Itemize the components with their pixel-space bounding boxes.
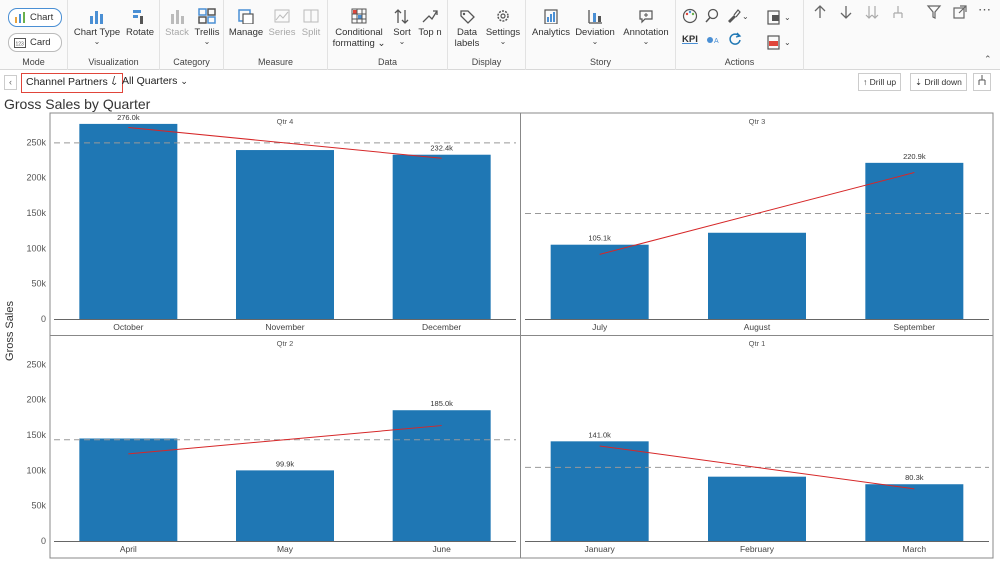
bar[interactable] [708,232,806,319]
panel-title: Qtr 4 [277,117,294,126]
x-tick-label: October [113,322,143,332]
x-tick-label: January [585,544,616,554]
bar[interactable] [236,470,334,541]
data-label: 99.9k [276,459,295,468]
y-tick-label: 250k [26,137,46,147]
y-tick-label: 100k [26,465,46,475]
bar[interactable] [392,154,491,319]
x-tick-label: April [120,544,137,554]
x-tick-label: September [894,322,936,332]
x-tick-label: May [277,544,294,554]
y-tick-label: 50k [31,501,46,511]
bar[interactable] [79,438,178,542]
x-tick-label: March [903,544,927,554]
bar[interactable] [79,123,178,320]
bar[interactable] [236,150,334,319]
y-tick-label: 200k [26,173,46,183]
y-tick-label: 250k [26,359,46,369]
data-label: 105.1k [588,234,611,243]
bar[interactable] [865,162,964,319]
x-tick-label: November [265,322,304,332]
x-tick-label: August [744,322,771,332]
bar[interactable] [865,484,964,541]
bar[interactable] [550,441,649,541]
x-tick-label: July [592,322,608,332]
y-tick-label: 50k [31,279,46,289]
data-label: 80.3k [905,473,924,482]
y-tick-label: 200k [26,395,46,405]
x-tick-label: February [740,544,775,554]
data-label: 276.0k [117,113,140,122]
trellis-chart: 0 50k 100k 150k 200k 250k 0 50k 100k 150k 200k 250k… [26,112,994,559]
y-tick-label: 0 [41,536,46,546]
bar[interactable] [708,476,806,541]
bar[interactable] [550,244,649,319]
y-tick-label: 100k [26,243,46,253]
data-label: 141.0k [588,430,611,439]
y-tick-label: 150k [26,430,46,440]
panel-title: Qtr 1 [749,339,766,348]
bar[interactable] [392,410,491,541]
y-tick-label: 0 [41,314,46,324]
panel-title: Qtr 2 [277,339,294,348]
x-tick-label: June [432,544,451,554]
x-tick-label: December [422,322,461,332]
y-tick-label: 150k [26,208,46,218]
panel-title: Qtr 3 [749,117,766,126]
data-label: 220.9k [903,152,926,161]
data-label: 232.4k [430,144,453,153]
data-label: 185.0k [430,399,453,408]
